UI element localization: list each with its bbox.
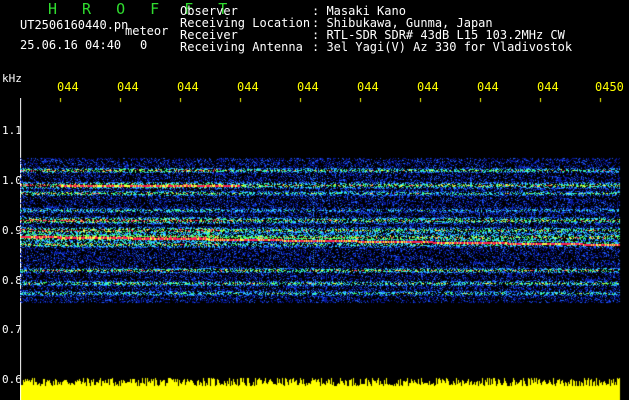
time-label: 0450 — [595, 80, 624, 94]
antenna-value: : 3el Yagi(V) Az 330 for Vladivostok — [312, 40, 573, 54]
y-label-0-9: 0.9 — [2, 224, 22, 237]
spectrum-strip — [20, 377, 625, 400]
y-label-1-1: 1.1 — [2, 124, 22, 137]
time-label: 044 — [177, 80, 199, 94]
filename: UT2506160440.pn — [20, 18, 129, 32]
time-label: 044 — [477, 80, 499, 94]
y-label-0-7: 0.7 — [2, 323, 22, 336]
meteor-count: 0 — [140, 38, 148, 52]
y-label-1-0: 1.0 — [2, 174, 22, 187]
waterfall-plot — [20, 98, 625, 378]
time-label: 044 — [117, 80, 139, 94]
time-label: 044 — [297, 80, 319, 94]
frequency-unit-label: kHz — [2, 72, 22, 85]
time-label: 044 — [357, 80, 379, 94]
datetime: 25.06.16 04:40 — [20, 38, 122, 52]
time-label: 044 — [57, 80, 79, 94]
time-label: 044 — [237, 80, 259, 94]
y-label-0-6: 0.6 — [2, 373, 22, 386]
time-label: 044 — [537, 80, 559, 94]
antenna-label: Receiving Antenna — [180, 40, 303, 54]
meteor-label: meteor — [125, 24, 169, 38]
time-label: 044 — [417, 80, 439, 94]
y-label-0-8: 0.8 — [2, 274, 22, 287]
